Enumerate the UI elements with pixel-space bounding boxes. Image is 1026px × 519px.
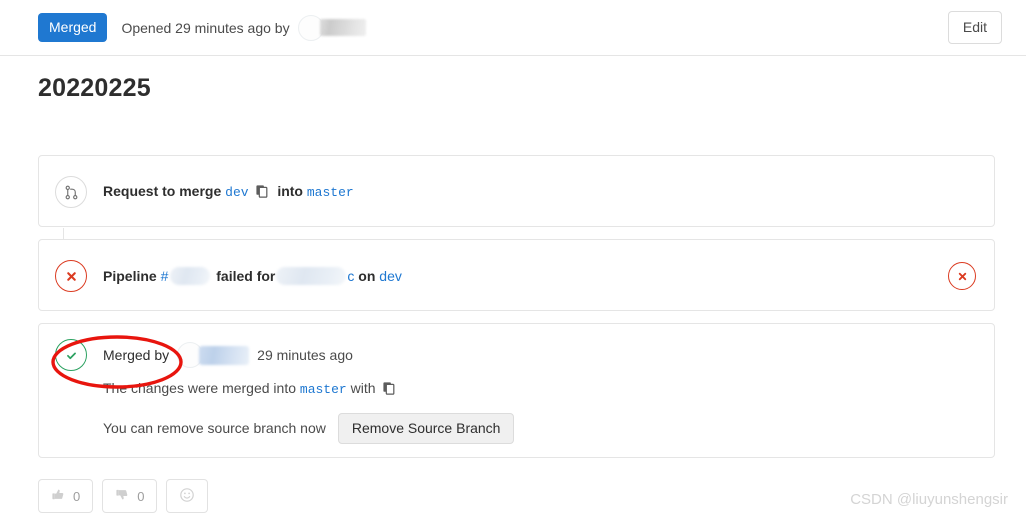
copy-icon[interactable] [382,382,397,399]
pipeline-label: Pipeline [103,268,157,284]
status-badge: Merged [38,13,108,42]
merge-request-row: Request to merge dev into master [39,156,994,228]
thumbs-down-icon [115,487,130,505]
opened-by-text: Opened 29 minutes ago by [121,19,290,36]
add-reaction-button[interactable] [166,479,209,513]
source-branch-link[interactable]: dev [225,185,248,200]
merged-card: Merged by 29 minutes ago The changes wer… [38,323,995,458]
merged-timestamp: 29 minutes ago [257,347,353,363]
remove-branch-note: You can remove source branch now [103,420,326,437]
pipeline-text: Pipeline # failed for c on dev [103,267,402,285]
pipeline-id-redacted[interactable] [170,267,211,285]
merged-by-user-redacted[interactable] [199,345,250,365]
merge-request-card: Request to merge dev into master [38,155,995,240]
reaction-bar: 0 0 [38,479,209,513]
merge-request-widget-area: Request to merge dev into master Pipelin… [38,155,995,458]
merged-by-label: Merged by [103,347,170,363]
pipeline-row: Pipeline # failed for c on dev [39,240,994,312]
commit-sha-suffix[interactable]: c [347,268,354,284]
pipeline-card: Pipeline # failed for c on dev [38,239,995,311]
into-label: into [277,182,303,199]
pipeline-branch-link[interactable]: dev [379,268,402,284]
merge-request-text: Request to merge dev into master [103,183,354,202]
thumbsdown-count: 0 [137,488,145,504]
status-failed-icon[interactable] [55,260,87,292]
author-name-redacted[interactable] [319,19,366,36]
thumbsup-button[interactable]: 0 [38,479,94,513]
target-branch-link[interactable]: master [307,185,354,200]
merged-changes-row: The changes were merged into master with [103,380,976,399]
merged-changes-suffix: with [350,380,376,396]
watermark: CSDN @liuyunshengsir [850,491,1008,508]
merged-card-body: Merged by 29 minutes ago The changes wer… [39,324,994,444]
thumbsup-count: 0 [73,488,81,504]
smiley-icon [179,487,195,506]
thumbsdown-button[interactable]: 0 [102,479,158,513]
merged-changes-prefix: The changes were merged into [103,380,296,396]
remove-source-branch-button[interactable]: Remove Source Branch [337,413,515,444]
merge-request-icon [55,176,87,208]
pipeline-hash: # [160,268,169,284]
copy-icon[interactable] [255,184,274,202]
thumbs-up-icon [51,487,66,505]
status-success-icon [55,339,87,371]
pipeline-on-label: on [358,268,376,284]
pipeline-status-right-icon[interactable] [948,262,976,290]
merged-by-row: Merged by 29 minutes ago [55,339,976,371]
merged-target-branch-link[interactable]: master [300,382,347,397]
pipeline-failed-label: failed for [216,268,276,284]
request-to-merge-label: Request to merge [103,182,222,199]
page-title: 20220225 [38,74,151,102]
commit-sha-redacted[interactable] [276,267,347,285]
edit-button[interactable]: Edit [947,11,1002,44]
merge-request-header: Merged Opened 29 minutes ago by Edit [0,0,1026,56]
remove-source-branch-row: You can remove source branch now Remove … [103,413,976,444]
